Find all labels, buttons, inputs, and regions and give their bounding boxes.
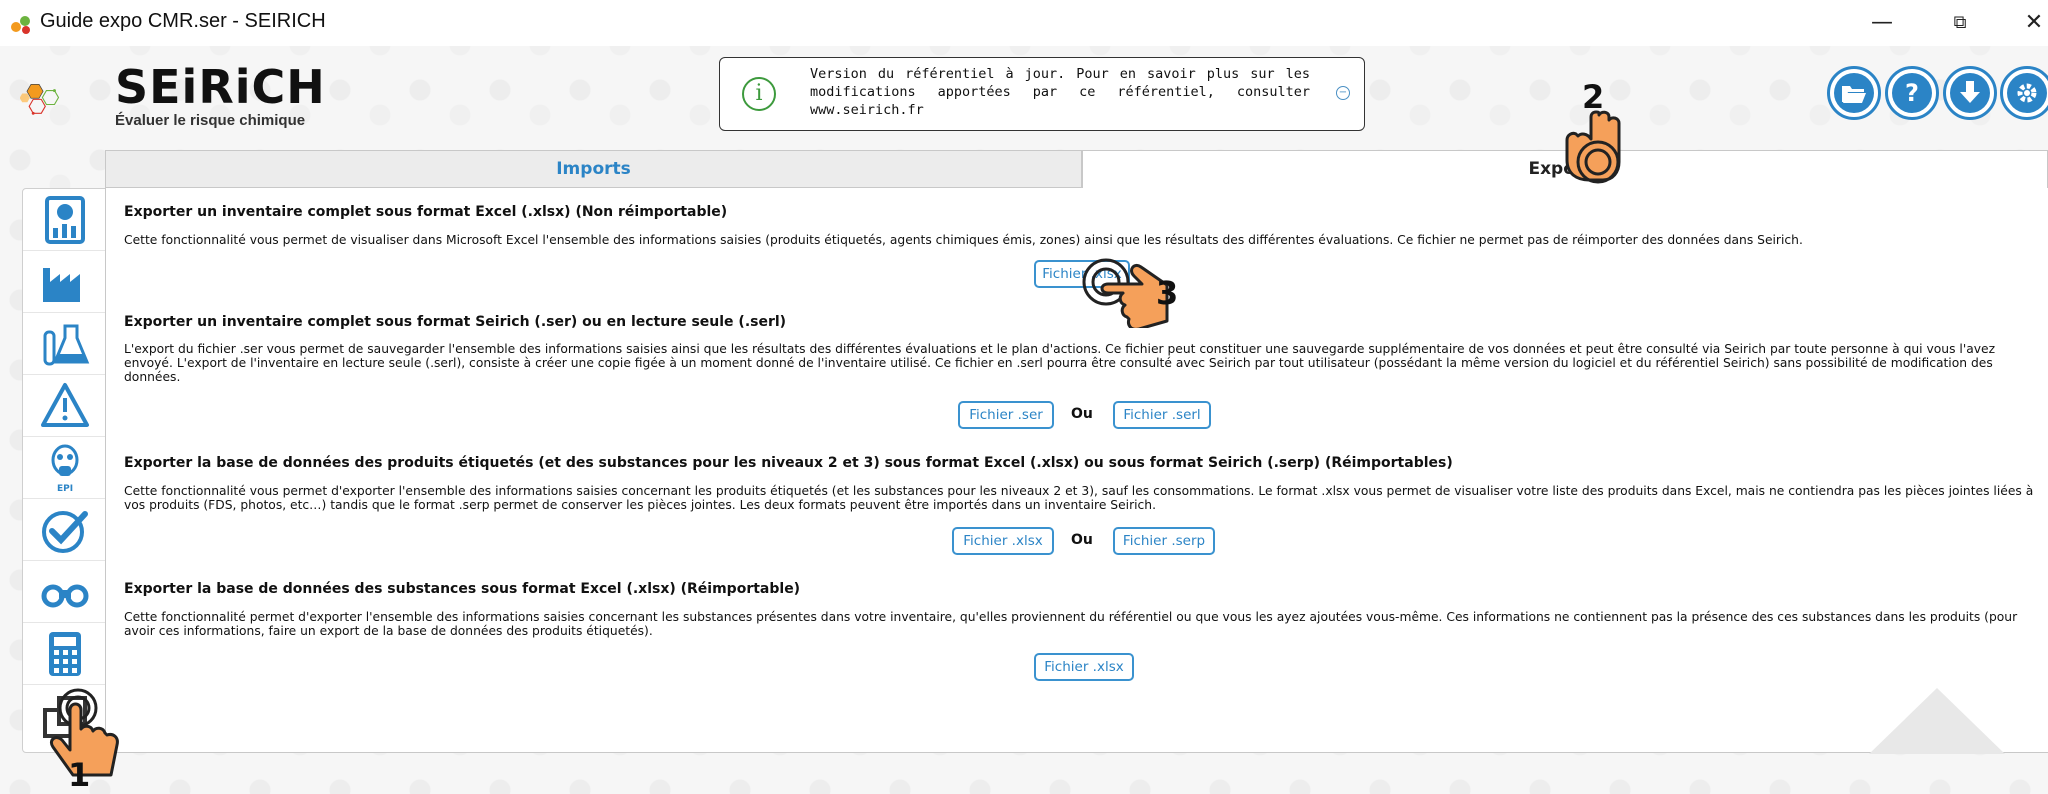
collapse-info-icon[interactable]: − [1336, 86, 1350, 100]
exports-panel: Exporter un inventaire complet sous form… [105, 188, 2048, 753]
info-text: Version du référentiel à jour. Pour en s… [810, 66, 1310, 118]
section-description: L'export du fichier .ser vous permet de … [124, 342, 1996, 384]
settings-icon [2017, 83, 2037, 103]
step-3-number: 3 [1156, 274, 1178, 312]
section-description: Cette fonctionnalité permet d'exporter l… [124, 610, 2018, 638]
close-button[interactable]: ✕ [2014, 8, 2048, 38]
section-title: Exporter la base de données des produits… [124, 455, 1453, 471]
help-button[interactable]: ? [1885, 66, 1939, 120]
section-title: Exporter un inventaire complet sous form… [124, 204, 728, 220]
section-description: Cette fonctionnalité vous permet d'expor… [124, 484, 2034, 512]
step-1-number: 1 [68, 756, 90, 790]
respirator-epi-icon: EPI [51, 444, 79, 494]
export-substances-xlsx-button[interactable]: Fichier .xlsx [1034, 653, 1134, 681]
logo-tagline: Évaluer le risque chimique [115, 112, 306, 129]
warning-icon [41, 382, 89, 427]
sidebar-item-calculator[interactable] [23, 623, 107, 685]
separator-ou: Ou [1071, 532, 1093, 548]
title-bar: Guide expo CMR.ser - SEIRICH — ⧉ ✕ [0, 0, 2048, 46]
folder-open-icon [1842, 86, 1866, 103]
dashboard-icon [45, 195, 85, 244]
lab-flask-icon [43, 324, 90, 365]
separator-ou: Ou [1071, 406, 1093, 422]
calculator-icon [49, 631, 81, 676]
step-1-hand-annotation: 1 [30, 680, 125, 794]
sidebar-item-lab[interactable] [23, 313, 107, 375]
app-icon [11, 16, 30, 34]
step-2-hand-annotation: 2 [1548, 78, 1643, 188]
logo-wordmark: SEiRiCH [115, 60, 326, 114]
export-products-xlsx-button[interactable]: Fichier .xlsx [952, 527, 1054, 555]
factory-icon [43, 267, 80, 302]
sidebar-item-factory[interactable] [23, 251, 107, 313]
section-description: Cette fonctionnalité vous permet de visu… [124, 233, 1803, 247]
section-title: Exporter un inventaire complet sous form… [124, 314, 787, 330]
epi-label: EPI [57, 484, 73, 494]
info-banner: i Version du référentiel à jour. Pour en… [719, 57, 1365, 131]
maximize-button[interactable]: ⧉ [1940, 8, 1980, 38]
info-icon: i [742, 77, 776, 111]
section-title: Exporter la base de données des substanc… [124, 581, 801, 597]
sidebar-item-warning[interactable] [23, 375, 107, 437]
sidebar-item-check[interactable] [23, 499, 107, 561]
sidebar-item-dashboard[interactable] [23, 189, 107, 251]
window-title: Guide expo CMR.ser - SEIRICH [40, 10, 326, 32]
export-serp-button[interactable]: Fichier .serp [1113, 527, 1215, 555]
scroll-top-triangle[interactable] [1869, 688, 2005, 754]
check-icon [42, 510, 88, 553]
open-folder-button[interactable] [1827, 66, 1881, 120]
download-button[interactable] [1943, 66, 1997, 120]
sidebar: EPI [22, 188, 107, 753]
export-ser-button[interactable]: Fichier .ser [958, 401, 1054, 429]
binoculars-icon [41, 584, 89, 607]
help-icon: ? [1892, 73, 1932, 113]
step-2-number: 2 [1582, 78, 1604, 116]
step-3-hand-annotation: 3 [1078, 248, 1208, 331]
tab-imports[interactable]: Imports [105, 150, 1082, 188]
sidebar-item-epi[interactable]: EPI [23, 437, 107, 499]
sidebar-item-binoculars[interactable] [23, 561, 107, 623]
seirich-logo [20, 83, 60, 115]
export-serl-button[interactable]: Fichier .serl [1113, 401, 1211, 429]
minimize-button[interactable]: — [1862, 8, 1902, 38]
download-icon [1960, 81, 1980, 103]
tab-bar: Imports Exports [105, 150, 2048, 188]
settings-button[interactable] [2000, 66, 2048, 120]
